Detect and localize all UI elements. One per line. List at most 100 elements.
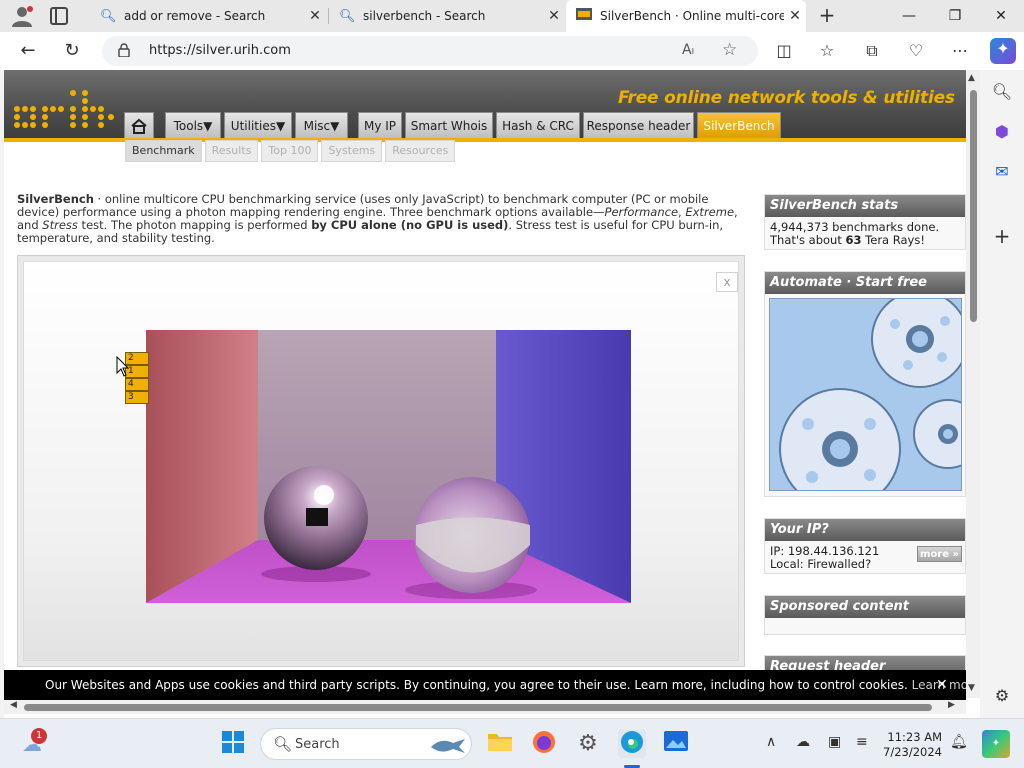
browser-essentials-icon[interactable]: ♡ — [904, 40, 928, 62]
automate-ad-box[interactable]: Automate · Start free — [764, 271, 966, 497]
favorite-star-icon[interactable]: ☆ — [722, 40, 737, 60]
stats-rays: That's about 63 Tera Rays! — [770, 234, 960, 247]
horizontal-scroll-thumb[interactable] — [24, 704, 932, 711]
address-bar[interactable]: https://silver.urih.com Aₗ ☆ — [102, 36, 758, 66]
minimize-button[interactable]: — — [886, 0, 932, 32]
stats-title: SilverBench stats — [765, 195, 965, 217]
gears-image[interactable] — [769, 298, 962, 491]
file-explorer-icon[interactable] — [486, 730, 514, 758]
subnav-systems[interactable]: Systems — [321, 140, 383, 162]
cookie-close-button[interactable]: ✕ — [936, 670, 948, 700]
silverbench-subnav: Benchmark Results Top 100 Systems Resour… — [125, 140, 458, 162]
windows-start-icon[interactable] — [219, 730, 247, 758]
mouse-cursor-icon — [116, 356, 130, 377]
nav-silverbench[interactable]: SilverBench — [697, 112, 781, 139]
close-icon[interactable]: ✕ — [543, 8, 565, 24]
search-icon: 🔍︎ — [100, 8, 117, 24]
display-icon[interactable]: ▣ — [828, 734, 841, 750]
intro-paragraph: SilverBench · online multicore CPU bench… — [17, 193, 747, 245]
new-tab-button[interactable]: + — [814, 3, 840, 29]
favorites-icon[interactable]: ☆ — [815, 40, 839, 62]
more-menu-icon[interactable]: ⋯ — [948, 40, 972, 62]
option-stress: Stress — [42, 218, 78, 232]
search-icon: 🔍︎ — [273, 735, 293, 753]
photon-render-canvas — [146, 330, 631, 603]
scroll-down-arrow-icon[interactable]: ▼ — [968, 683, 975, 693]
ip-more-button[interactable]: more » — [917, 546, 962, 562]
tab-actions-icon[interactable] — [50, 7, 68, 25]
profile-icon[interactable] — [10, 5, 34, 27]
notifications-bell-icon[interactable]: 🔔︎ — [950, 734, 968, 750]
render-scene — [146, 330, 631, 603]
collections-icon[interactable]: ⧉ — [860, 40, 884, 62]
option-performance: Performance — [604, 205, 679, 219]
copilot-sidebar-icon[interactable]: ⬢ — [990, 120, 1014, 144]
edge-sidebar: 🔍︎ ⬢ ✉ + ⚙ — [980, 70, 1024, 718]
taskbar-search[interactable]: 🔍︎ Search — [260, 728, 472, 760]
copilot-icon[interactable]: ✦ — [990, 38, 1016, 64]
site-tagline: Free online network tools & utilities — [618, 88, 955, 108]
intro-emphasis: by CPU alone (no GPU is used) — [311, 218, 509, 232]
scroll-left-arrow-icon[interactable]: ◀ — [10, 700, 17, 710]
nav-tools-menu[interactable]: Tools▼ — [165, 112, 221, 139]
search-icon[interactable]: 🔍︎ — [990, 80, 1014, 104]
home-button[interactable] — [124, 112, 154, 139]
nav-my-ip[interactable]: My IP — [358, 112, 402, 139]
refresh-icon[interactable]: ↻ — [58, 37, 86, 65]
subnav-top-100[interactable]: Top 100 — [261, 140, 319, 162]
tab-silverbench-site[interactable]: SilverBench · Online multi-core C ✕ — [566, 0, 806, 32]
restore-button[interactable]: ❐ — [932, 0, 978, 32]
subnav-benchmark[interactable]: Benchmark — [125, 140, 202, 162]
network-icon[interactable]: ☁ — [796, 734, 810, 750]
show-hidden-icons-chevron-icon[interactable]: ∧ — [766, 734, 776, 750]
horizontal-scrollbar[interactable]: ◀ ▶ — [4, 700, 966, 714]
outlook-icon[interactable]: ✉ — [990, 160, 1014, 184]
edge-browser-icon[interactable] — [618, 730, 646, 758]
vertical-scroll-thumb[interactable] — [970, 90, 977, 322]
clock-date: 7/23/2024 — [883, 745, 942, 759]
lock-icon[interactable] — [118, 43, 130, 57]
cookie-message: Our Websites and Apps use cookies and th… — [45, 678, 908, 692]
benchmark-close-button[interactable]: x — [716, 272, 738, 292]
notification-badge: 1 — [31, 728, 47, 744]
browser-tab-strip: 🔍︎ add or remove - Search ✕ 🔍︎ silverben… — [0, 0, 1024, 32]
url-text[interactable]: https://silver.urih.com — [149, 43, 291, 58]
automate-title: Automate · Start free — [765, 272, 965, 294]
nav-smart-whois[interactable]: Smart Whois — [405, 112, 493, 139]
urih-logo[interactable] — [14, 86, 116, 132]
clock-time: 11:23 AM — [887, 730, 942, 744]
close-icon[interactable]: ✕ — [784, 8, 806, 24]
subnav-resources[interactable]: Resources — [385, 140, 456, 162]
taskbar-clock[interactable]: 11:23 AM 7/23/2024 — [882, 730, 942, 760]
back-arrow-icon[interactable]: ← — [14, 37, 42, 65]
firefox-icon[interactable] — [530, 730, 558, 758]
home-icon — [131, 118, 147, 134]
volume-icon[interactable]: ≡ — [856, 734, 868, 750]
benchmark-stage: x — [23, 261, 739, 661]
split-screen-icon[interactable]: ◫ — [772, 40, 796, 62]
settings-gear-icon[interactable]: ⚙ — [990, 684, 1014, 708]
nav-misc-menu[interactable]: Misc▼ — [295, 112, 348, 139]
tab-silverbench-search[interactable]: 🔍︎ silverbench - Search ✕ — [329, 0, 565, 32]
nav-hash-crc[interactable]: Hash & CRC — [496, 112, 580, 139]
browser-toolbar: ← ↻ https://silver.urih.com Aₗ ☆ ◫ ☆ ⧉ ♡… — [0, 32, 1024, 70]
add-sidebar-app-icon[interactable]: + — [990, 224, 1014, 248]
tab-title: silverbench - Search — [363, 9, 486, 23]
nav-response-header[interactable]: Response header — [583, 112, 694, 139]
settings-gear-icon[interactable]: ⚙ — [574, 730, 602, 758]
scroll-right-arrow-icon[interactable]: ▶ — [948, 700, 955, 710]
nav-utilities-menu[interactable]: Utilities▼ — [224, 112, 292, 139]
subnav-results[interactable]: Results — [204, 140, 259, 162]
stats-rays-count: 63 — [845, 233, 862, 247]
vertical-scrollbar[interactable]: ▲ ▼ — [966, 70, 980, 698]
benchmark-panel: x — [17, 255, 745, 667]
tab-title: add or remove - Search — [124, 9, 266, 23]
close-icon[interactable]: ✕ — [304, 8, 326, 24]
site-header: Free online network tools & utilities To… — [4, 70, 966, 142]
read-aloud-icon[interactable]: Aₗ — [682, 42, 694, 58]
tab-add-or-remove-search[interactable]: 🔍︎ add or remove - Search ✕ — [90, 0, 326, 32]
copilot-taskbar-icon[interactable]: ✦ — [982, 730, 1010, 758]
photos-app-icon[interactable] — [662, 730, 690, 758]
scroll-up-arrow-icon[interactable]: ▲ — [968, 73, 975, 83]
close-window-button[interactable]: ✕ — [978, 0, 1024, 32]
